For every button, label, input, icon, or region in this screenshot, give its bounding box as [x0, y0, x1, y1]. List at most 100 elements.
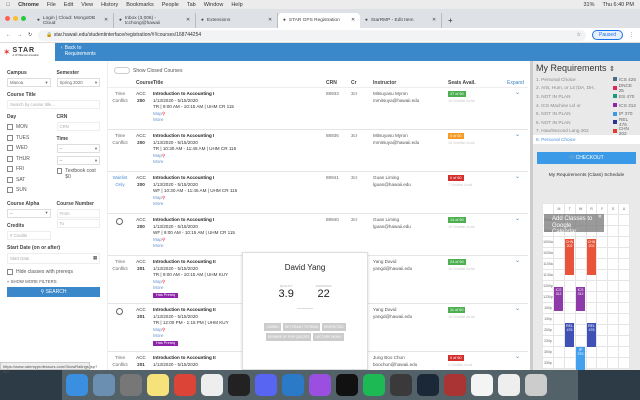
time-from-select[interactable]: -- ▾ [56, 144, 100, 153]
instructor-email[interactable]: mmitsuya@hawaii.edu [373, 140, 419, 147]
instructor-email[interactable]: lguan@hawaii.edu [373, 182, 411, 189]
chrome-icon[interactable] [174, 374, 196, 396]
schedule-block[interactable]: REL 476 [565, 323, 574, 347]
instructor[interactable]: Jung Boo Chun boochun@hawaii.edu [373, 355, 417, 368]
instructor[interactable]: Mitsuyasu Myron mmitsuya@hawaii.edu [373, 91, 419, 104]
browser-tab[interactable]: ● Login | Cloud: MongoDB Cloud ✕ [32, 13, 114, 28]
instructor-email[interactable]: lguan@hawaii.edu [373, 224, 411, 231]
minimize-window-button[interactable] [13, 16, 18, 21]
menu-window[interactable]: Window [204, 2, 224, 8]
checkbox[interactable] [7, 176, 13, 183]
dictionary-icon[interactable] [444, 374, 466, 396]
close-icon[interactable]: ✕ [598, 214, 602, 221]
browser-tab[interactable]: ● STAR GPS Registration ✕ [278, 13, 360, 28]
calendar-icon[interactable]: ▦ [93, 255, 97, 261]
day-checkbox-wed[interactable]: WED [7, 143, 51, 154]
vscode-icon[interactable] [282, 374, 304, 396]
close-tab-icon[interactable]: ✕ [268, 18, 272, 23]
discord-icon[interactable] [255, 374, 277, 396]
start-date-input[interactable]: Start Date ▦ [7, 252, 100, 264]
checkbox[interactable] [7, 155, 13, 162]
search-button[interactable]: ⚲ SEARCH [7, 287, 100, 297]
requirement-item[interactable]: 2. Arts, Hum, or Lit (DA, DH, DNCE 25 [533, 83, 640, 93]
close-tab-icon[interactable]: ✕ [351, 18, 355, 23]
day-checkbox-sun[interactable]: SUN [7, 185, 51, 196]
map-link[interactable]: Map [153, 279, 162, 284]
schedule-block[interactable]: CHN 202 [587, 239, 596, 275]
more-link[interactable]: More [153, 201, 163, 206]
time-to-select[interactable]: -- ▾ [56, 156, 100, 165]
menu-history[interactable]: History [101, 2, 118, 8]
browser-tab[interactable]: ● Extensions ✕ [196, 13, 278, 28]
show-more-filters-link[interactable]: » SHOW MORE FILTERS [7, 279, 100, 284]
schedule-block[interactable]: CHN 202 [565, 239, 574, 275]
course-title[interactable]: Introduction to Accounting I [153, 91, 214, 96]
more-link[interactable]: More [153, 285, 163, 290]
add-to-google-calendar-button[interactable]: Add Classes to Google Calendar ✕ [544, 214, 604, 235]
expand-chevron-icon[interactable]: ⌄ [515, 132, 520, 139]
schedule-block[interactable]: ICS 312 [554, 287, 563, 311]
textbook-checkbox[interactable]: Textbook cost $0 [56, 168, 101, 182]
select-radio[interactable] [116, 218, 123, 225]
schedule-block[interactable]: IP 370 [576, 347, 585, 371]
spotify-icon[interactable] [363, 374, 385, 396]
sort-icon[interactable]: ⇕ [609, 66, 615, 73]
day-checkbox-fri[interactable]: FRI [7, 164, 51, 175]
schedule-block[interactable]: ICS 312 [576, 287, 585, 311]
menu-tab[interactable]: Tab [187, 2, 196, 8]
link-icon[interactable] [498, 374, 520, 396]
course-title[interactable]: Introduction to Accounting II [153, 355, 216, 360]
map-link[interactable]: Map [153, 111, 162, 116]
reload-icon[interactable]: ↻ [28, 32, 32, 38]
profile-button[interactable]: Paused [592, 30, 623, 40]
instructor-email[interactable]: yangd@hawaii.edu [373, 314, 412, 321]
course-title[interactable]: Introduction to Accounting II [153, 259, 216, 264]
checkbox[interactable] [7, 187, 13, 194]
forward-icon[interactable]: → [17, 32, 22, 38]
expand-chevron-icon[interactable]: ⌄ [515, 306, 520, 313]
instructor[interactable]: Mitsuyasu Myron mmitsuya@hawaii.edu [373, 133, 419, 146]
back-icon[interactable]: ← [6, 32, 11, 38]
star-logo[interactable]: ✶ STAR A UH Manoa Innovation [0, 43, 55, 61]
instructor-email[interactable]: mmitsuya@hawaii.edu [373, 98, 419, 105]
day-checkbox-mon[interactable]: MON [7, 122, 51, 133]
instructor[interactable]: Guan Liming lguan@hawaii.edu [373, 217, 411, 230]
map-link[interactable]: Map [153, 327, 162, 332]
zoom-window-button[interactable] [21, 16, 26, 21]
menu-people[interactable]: People [162, 2, 179, 8]
apple-tv-icon[interactable] [336, 374, 358, 396]
expand-chevron-icon[interactable]: ⌄ [515, 354, 520, 361]
trash-icon[interactable] [525, 374, 547, 396]
expand-chevron-icon[interactable]: ⌄ [515, 216, 520, 223]
more-link[interactable]: More [153, 117, 163, 122]
instructor-email[interactable]: yangd@hawaii.edu [373, 266, 412, 273]
schedule-block[interactable]: REL 476 [587, 323, 596, 347]
apple-icon[interactable]:  [6, 2, 10, 8]
browser-tab[interactable]: ● StarRMP - Edit Item ✕ [360, 13, 442, 28]
map-link[interactable]: Map [153, 153, 162, 158]
instructor-email[interactable]: boochun@hawaii.edu [373, 362, 417, 369]
requirement-item[interactable]: 8. Personal Choice [533, 135, 640, 144]
star-icon[interactable]: ☆ [577, 32, 581, 38]
browser-tab[interactable]: ● Inbox (3,006) - tcchong@hawaii ✕ [114, 13, 196, 28]
checkout-button[interactable]: 🛒 CHECKOUT [537, 151, 636, 164]
menu-bookmarks[interactable]: Bookmarks [126, 2, 154, 8]
menu-view[interactable]: View [81, 2, 93, 8]
checkbox[interactable] [7, 166, 13, 173]
map-link[interactable]: Map [153, 195, 162, 200]
sublime-icon[interactable] [390, 374, 412, 396]
show-closed-toggle[interactable]: Show Closed Courses [114, 67, 182, 74]
menu-chrome[interactable]: Chrome [18, 2, 39, 8]
requirement-item[interactable]: 4. ICS Machine Lvl or ICS 312 [533, 101, 640, 110]
instructor[interactable]: Yang David yangd@hawaii.edu [373, 307, 412, 320]
hide-prereqs-checkbox[interactable]: Hide classes with prereqs [7, 267, 100, 278]
select-radio[interactable] [116, 308, 123, 315]
semester-select[interactable]: Spring 2020 ▾ [56, 78, 100, 87]
more-link[interactable]: More [153, 243, 163, 248]
expand-link[interactable]: Expand [507, 80, 524, 86]
preview-icon[interactable] [93, 374, 115, 396]
day-checkbox-tues[interactable]: TUES [7, 133, 51, 144]
more-link[interactable]: More [153, 159, 163, 164]
finder-icon[interactable] [66, 374, 88, 396]
campus-select[interactable]: Manoa ▾ [7, 78, 51, 87]
